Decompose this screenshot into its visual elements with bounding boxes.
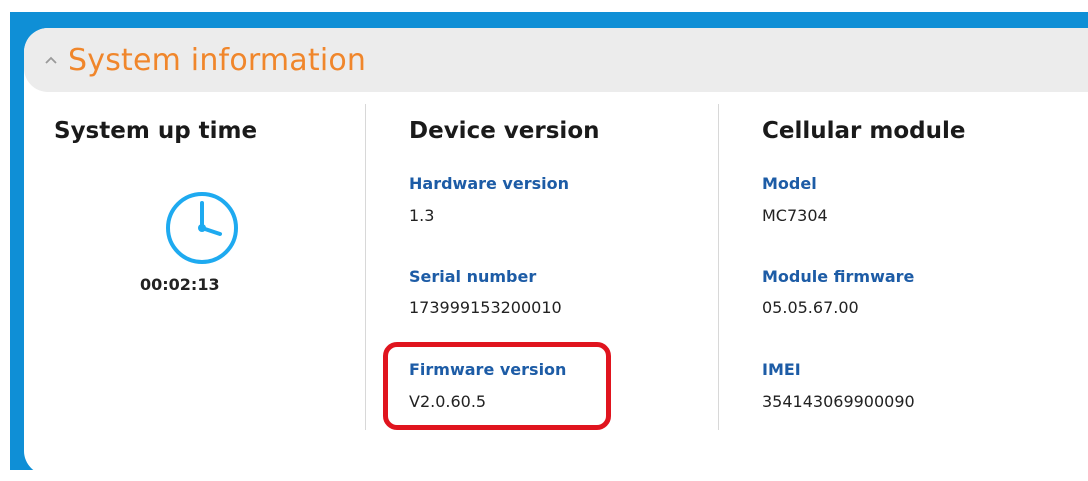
page-background: System information System up time 00:02:… (0, 0, 1088, 481)
model-value: MC7304 (762, 206, 828, 225)
model-label: Model (762, 174, 817, 193)
uptime-title: System up time (54, 118, 258, 144)
clock-icon (164, 190, 240, 270)
uptime-column: System up time (54, 118, 257, 144)
module-firmware-value: 05.05.67.00 (762, 298, 859, 317)
column-divider (718, 104, 719, 430)
firmware-highlight-box (383, 342, 611, 430)
chevron-up-icon[interactable] (24, 28, 68, 92)
uptime-value: 00:02:13 (140, 275, 220, 294)
panel-title: System information (68, 42, 367, 78)
imei-label: IMEI (762, 360, 801, 379)
cellular-module-title: Cellular module (762, 118, 966, 144)
column-divider (365, 104, 366, 430)
serial-number-value: 173999153200010 (409, 298, 562, 317)
serial-number-label: Serial number (409, 267, 537, 286)
hardware-version-value: 1.3 (409, 206, 435, 225)
module-firmware-label: Module firmware (762, 267, 915, 286)
device-version-column: Device version (409, 118, 600, 144)
device-version-title: Device version (409, 118, 600, 144)
cellular-module-column: Cellular module (762, 118, 965, 144)
imei-value: 354143069900090 (762, 392, 915, 411)
hardware-version-label: Hardware version (409, 174, 569, 193)
system-information-header[interactable]: System information (24, 28, 1088, 92)
